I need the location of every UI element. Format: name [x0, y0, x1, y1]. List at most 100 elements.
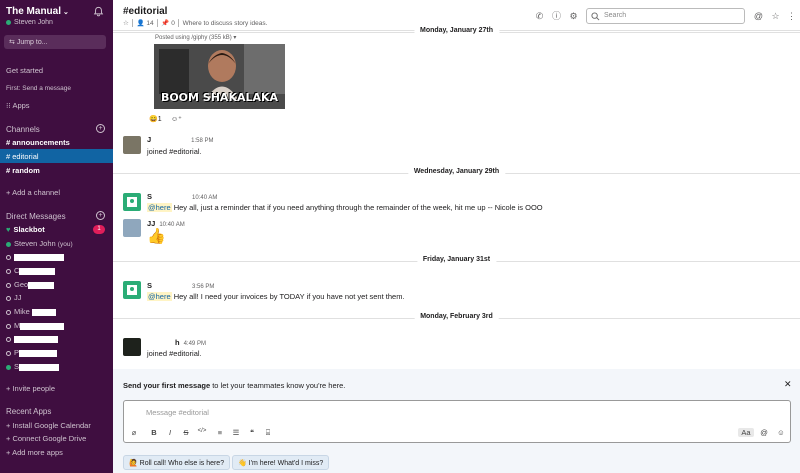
- day-divider: Friday, January 31st: [113, 256, 800, 266]
- add-channel-plus-icon[interactable]: +: [96, 124, 105, 133]
- message-text: joined #editorial.: [147, 349, 202, 358]
- message-composer[interactable]: Message #editorial ⌀ B I S </> ≡ ☰ ❝ ⌸ A…: [123, 400, 791, 443]
- default-avatar-icon: [127, 197, 137, 207]
- dm-item[interactable]: C: [6, 266, 56, 275]
- thumbs-up-icon: 👍: [147, 228, 166, 245]
- day-divider: Monday, February 3rd: [113, 313, 800, 323]
- dm-item[interactable]: [6, 252, 64, 261]
- bell-icon[interactable]: [93, 6, 104, 17]
- bold-icon[interactable]: B: [148, 428, 160, 437]
- emoji-icon[interactable]: ☺: [775, 428, 787, 437]
- away-status-icon: [6, 336, 11, 342]
- code-block-icon[interactable]: ⌸: [262, 428, 274, 438]
- ordered-list-icon[interactable]: ≡: [214, 428, 226, 437]
- redacted-name: [20, 322, 65, 330]
- first-step-link[interactable]: First: Send a message: [6, 85, 71, 92]
- message-text: @here Hey all! I need your invoices by T…: [147, 292, 405, 301]
- dm-self[interactable]: Steven John (you): [6, 239, 73, 248]
- dm-item[interactable]: S: [6, 362, 60, 371]
- presence-dot-icon: [6, 241, 11, 247]
- gear-icon[interactable]: ⚙: [568, 11, 579, 22]
- jump-to-button[interactable]: ⇆ Jump to...: [4, 35, 106, 49]
- avatar[interactable]: [123, 219, 141, 237]
- away-status-icon: [6, 282, 11, 288]
- channels-header[interactable]: Channels: [6, 125, 40, 134]
- here-mention[interactable]: @here: [147, 292, 172, 301]
- phone-icon[interactable]: ✆: [534, 11, 545, 22]
- apps-link[interactable]: ⁝⁝ Apps: [6, 101, 30, 110]
- invite-people-button[interactable]: + Invite people: [6, 384, 55, 393]
- search-input[interactable]: Search: [586, 8, 745, 24]
- mention-icon[interactable]: @: [758, 428, 770, 437]
- quote-icon[interactable]: ❝: [246, 428, 258, 437]
- connect-google-drive-link[interactable]: + Connect Google Drive: [6, 434, 86, 443]
- add-dm-plus-icon[interactable]: +: [96, 211, 105, 220]
- code-icon[interactable]: </>: [196, 428, 208, 434]
- message-sender[interactable]: S 10:40 AM: [147, 192, 217, 201]
- recent-apps-header: Recent Apps: [6, 407, 52, 416]
- formatting-toggle-button[interactable]: Aa: [738, 428, 754, 437]
- install-google-calendar-link[interactable]: + Install Google Calendar: [6, 421, 91, 430]
- workspace-name[interactable]: The Manual ⌄: [6, 6, 69, 17]
- redacted-name: [19, 349, 58, 357]
- chevron-down-icon: ⌄: [63, 9, 69, 16]
- more-vertical-icon[interactable]: ⋮: [786, 11, 797, 22]
- dm-item[interactable]: M: [6, 321, 65, 330]
- direct-messages-header[interactable]: Direct Messages: [6, 212, 66, 221]
- emoji-reaction[interactable]: 😄1: [149, 115, 162, 126]
- away-status-icon: [6, 295, 11, 301]
- message-sender[interactable]: J 1:58 PM: [147, 135, 214, 144]
- add-more-apps-link[interactable]: + Add more apps: [6, 448, 63, 457]
- avatar[interactable]: [123, 136, 141, 154]
- current-user: Steven John: [6, 19, 53, 26]
- strikethrough-icon[interactable]: S: [180, 428, 192, 437]
- mentions-icon[interactable]: @: [753, 11, 764, 22]
- search-icon: [591, 12, 600, 21]
- star-icon[interactable]: ☆: [123, 20, 129, 27]
- members-icon[interactable]: 👤: [137, 20, 145, 27]
- italic-icon[interactable]: I: [164, 428, 176, 437]
- message-sender[interactable]: h 4:49 PM: [147, 338, 206, 347]
- redacted-name: [14, 335, 58, 343]
- bulleted-list-icon[interactable]: ☰: [230, 428, 242, 437]
- dm-item[interactable]: P: [6, 348, 58, 357]
- suggestion-roll-call-button[interactable]: 🙋 Roll call! Who else is here?: [123, 455, 231, 470]
- message-input[interactable]: Message #editorial: [146, 408, 209, 417]
- jump-icon: ⇆: [9, 39, 17, 46]
- redacted-name: [19, 267, 56, 275]
- info-icon[interactable]: ⓘ: [551, 11, 562, 22]
- add-reaction-icon[interactable]: ☺⁺: [171, 115, 182, 126]
- add-channel-button[interactable]: + Add a channel: [6, 188, 60, 197]
- message-text: joined #editorial.: [147, 147, 202, 156]
- dm-item[interactable]: Mike: [6, 307, 56, 316]
- dm-slackbot[interactable]: ♥ Slackbot: [6, 225, 45, 234]
- dm-item[interactable]: JJ: [6, 293, 22, 302]
- close-icon[interactable]: ✕: [784, 379, 792, 390]
- redacted-name: [28, 281, 55, 289]
- message-sender[interactable]: S 3:56 PM: [147, 281, 214, 290]
- dm-item[interactable]: Geo: [6, 280, 55, 289]
- sidebar-channel-random[interactable]: # random: [6, 166, 40, 175]
- channel-title[interactable]: #editorial: [123, 6, 167, 17]
- default-avatar-icon: [127, 285, 137, 295]
- sidebar-channel-editorial[interactable]: # editorial: [6, 152, 39, 161]
- avatar[interactable]: [123, 338, 141, 356]
- avatar[interactable]: [123, 193, 141, 211]
- avatar[interactable]: [123, 281, 141, 299]
- away-status-icon: [6, 309, 11, 315]
- message-text: @here Hey all, just a reminder that if y…: [147, 203, 543, 212]
- away-status-icon: [6, 323, 11, 329]
- get-started-link[interactable]: Get started: [6, 66, 43, 75]
- starred-icon[interactable]: ☆: [770, 11, 781, 22]
- redacted-name: [14, 253, 64, 261]
- channel-topic[interactable]: Where to discuss story ideas.: [183, 20, 268, 27]
- dm-item[interactable]: [6, 334, 58, 343]
- paperclip-icon[interactable]: ⌀: [128, 428, 140, 437]
- away-status-icon: [6, 350, 11, 356]
- pin-icon[interactable]: 📌: [161, 20, 169, 27]
- first-message-banner: Send your first message to let your team…: [113, 369, 800, 473]
- sidebar-channel-announcements[interactable]: # announcements: [6, 138, 70, 147]
- giphy-image[interactable]: BOOM SHAKALAKA: [154, 44, 285, 109]
- here-mention[interactable]: @here: [147, 203, 172, 212]
- suggestion-im-here-button[interactable]: 👋 I'm here! What'd I miss?: [232, 455, 330, 470]
